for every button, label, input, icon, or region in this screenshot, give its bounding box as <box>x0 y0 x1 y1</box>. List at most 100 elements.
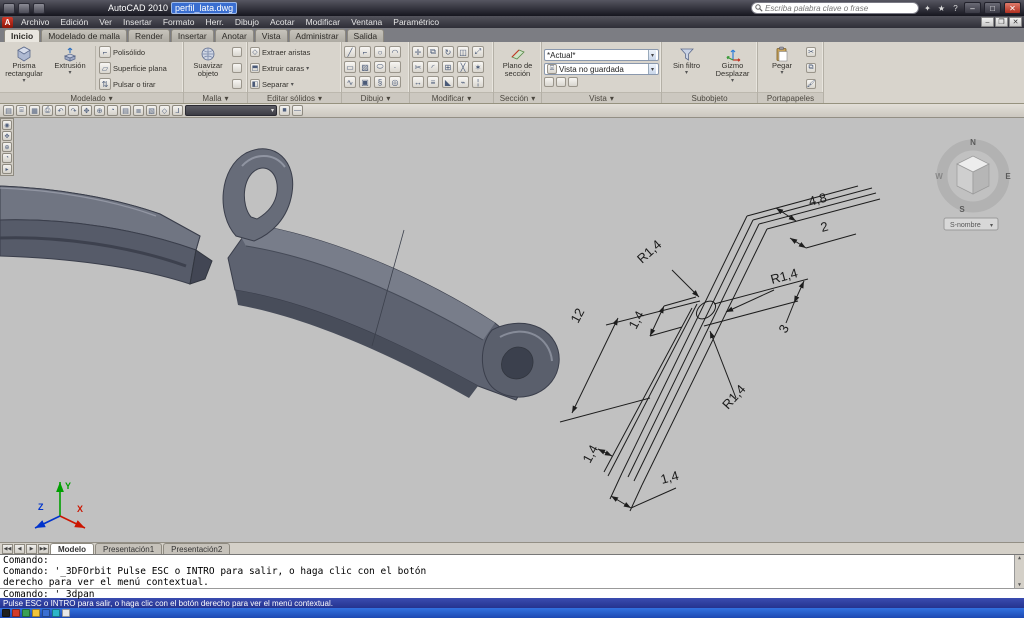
minimize-button[interactable]: – <box>964 2 981 14</box>
point-icon[interactable]: · <box>389 61 401 73</box>
fillet-icon[interactable]: ◜ <box>427 61 439 73</box>
taskbar-app-icon[interactable] <box>42 609 50 617</box>
command-window[interactable]: Comando: Comando: '_3DFOrbit Pulse ESC o… <box>0 554 1024 598</box>
layer-properties-icon[interactable]: ▧ <box>146 105 157 116</box>
superficie-plana-button[interactable]: ▱ Superficie plana <box>99 62 167 74</box>
panel-label-modificar[interactable]: Modificar ▾ <box>410 92 493 103</box>
join-icon[interactable]: ⌁ <box>457 76 469 88</box>
new-view-icon[interactable] <box>556 77 566 87</box>
showmotion-icon[interactable]: ▸ <box>2 164 12 174</box>
plot-icon[interactable]: ⎙ <box>42 105 53 116</box>
sin-filtro-button[interactable]: Sin filtro ▾ <box>665 44 709 92</box>
layer-combo[interactable]: ▾ <box>185 105 277 116</box>
arc-icon[interactable]: ◠ <box>389 46 401 58</box>
help-icon[interactable]: ? <box>950 3 961 14</box>
offset-icon[interactable]: ≡ <box>427 76 439 88</box>
trim-icon[interactable]: ✂ <box>412 61 424 73</box>
viewcube-north[interactable]: N <box>970 138 976 147</box>
linetype-icon[interactable]: ― <box>292 105 303 116</box>
pulsar-o-tirar-button[interactable]: ⇅ Pulsar o tirar <box>99 78 167 90</box>
suavizar-objeto-button[interactable]: Suavizar objeto <box>186 44 230 92</box>
maximize-button[interactable]: □ <box>984 2 1001 14</box>
autocad-logo-icon[interactable]: A <box>2 17 13 28</box>
named-view-select[interactable]: ⌻ Vista no guardada ▾ <box>544 63 659 75</box>
command-scrollbar[interactable]: ▲▼ <box>1014 555 1024 588</box>
prisma-rectangular-button[interactable]: Prisma rectangular ▾ <box>2 44 46 92</box>
array-icon[interactable]: ⊞ <box>442 61 454 73</box>
menu-parametrico[interactable]: Paramétrico <box>388 17 444 27</box>
helix-icon[interactable]: § <box>374 76 386 88</box>
scale-icon[interactable]: ⤢ <box>472 46 484 58</box>
region-icon[interactable]: ▣ <box>359 76 371 88</box>
copy-icon[interactable]: ⧉ <box>427 46 439 58</box>
taskbar-app-icon[interactable] <box>62 609 70 617</box>
menu-dibujo[interactable]: Dibujo <box>230 17 264 27</box>
extraer-aristas-button[interactable]: ◇ Extraer aristas <box>250 47 310 57</box>
pan-tool-icon[interactable]: ✥ <box>2 131 12 141</box>
first-tab-icon[interactable]: ◀◀ <box>2 544 13 554</box>
color-control-icon[interactable]: ■ <box>279 105 290 116</box>
doc-minimize-button[interactable]: – <box>981 17 994 27</box>
menu-ventana[interactable]: Ventana <box>346 17 387 27</box>
open-icon[interactable]: ⌸ <box>16 105 27 116</box>
tab-modelado-de-malla[interactable]: Modelado de malla <box>41 29 127 42</box>
search-input[interactable] <box>765 4 915 13</box>
view-manager-icon[interactable] <box>544 77 554 87</box>
viewcube-east[interactable]: E <box>1005 172 1011 181</box>
tab-salida[interactable]: Salida <box>347 29 385 42</box>
doc-restore-button[interactable]: ❐ <box>995 17 1008 27</box>
taskbar-app-icon[interactable] <box>22 609 30 617</box>
viewcube-south[interactable]: S <box>959 205 965 214</box>
menu-insertar[interactable]: Insertar <box>118 17 157 27</box>
rotate-icon[interactable]: ↻ <box>442 46 454 58</box>
close-button[interactable]: ✕ <box>1004 2 1021 14</box>
model-3d-left-piece[interactable] <box>0 186 212 284</box>
extruir-caras-button[interactable]: ⬒ Extruir caras ▾ <box>250 63 309 73</box>
panel-label-malla[interactable]: Malla ▾ <box>184 92 247 103</box>
menu-edicion[interactable]: Edición <box>55 17 93 27</box>
layers-icon[interactable]: ≣ <box>133 105 144 116</box>
osnap-icon[interactable]: ◇ <box>159 105 170 116</box>
mirror-icon[interactable]: ◫ <box>457 46 469 58</box>
doc-close-button[interactable]: ✕ <box>1009 17 1022 27</box>
favorites-star-icon[interactable]: ★ <box>936 3 947 14</box>
cut-icon[interactable]: ✂ <box>806 47 816 57</box>
taskbar-app-icon[interactable] <box>12 609 20 617</box>
taskbar-app-icon[interactable] <box>2 609 10 617</box>
orbit-icon[interactable]: ◔ <box>107 105 118 116</box>
current-view-select[interactable]: *Actual* ▾ <box>544 49 659 61</box>
panel-label-subobjeto[interactable]: Subobjeto <box>662 92 757 103</box>
pegar-button[interactable]: Pegar ▾ <box>760 44 804 92</box>
plano-de-seccion-button[interactable]: Plano de sección <box>496 44 539 92</box>
move-icon[interactable]: ✛ <box>412 46 424 58</box>
panel-label-seccion[interactable]: Sección ▾ <box>494 92 541 103</box>
taskbar-app-icon[interactable] <box>32 609 40 617</box>
circle-icon[interactable]: ○ <box>374 46 386 58</box>
taskbar-app-icon[interactable] <box>52 609 60 617</box>
redo-icon[interactable]: ↷ <box>68 105 79 116</box>
viewcube-west[interactable]: W <box>935 172 943 181</box>
menu-acotar[interactable]: Acotar <box>265 17 300 27</box>
viewcube[interactable]: N E S W S-nombre ▾ <box>935 138 1011 230</box>
zoom-realtime-icon[interactable]: ⊕ <box>94 105 105 116</box>
hatch-icon[interactable]: ▨ <box>359 61 371 73</box>
line-icon[interactable]: ╱ <box>344 46 356 58</box>
view-back-icon[interactable] <box>568 77 578 87</box>
new-file-icon[interactable] <box>3 3 15 14</box>
viewcube-ucs-menu[interactable]: S-nombre ▾ <box>944 218 998 230</box>
polyline-icon[interactable]: ⌐ <box>359 46 371 58</box>
undo-icon[interactable]: ↶ <box>55 105 66 116</box>
tab-vista[interactable]: Vista <box>255 29 288 42</box>
panel-label-modelado[interactable]: Modelado ▾ <box>0 92 183 103</box>
menu-archivo[interactable]: Archivo <box>16 17 54 27</box>
menu-modificar[interactable]: Modificar <box>301 17 345 27</box>
explode-icon[interactable]: ✶ <box>472 61 484 73</box>
mesh-crease-icon[interactable] <box>232 63 242 73</box>
panel-label-dibujo[interactable]: Dibujo ▾ <box>342 92 409 103</box>
last-tab-icon[interactable]: ▶▶ <box>38 544 49 554</box>
donut-icon[interactable]: ◎ <box>389 76 401 88</box>
prev-tab-icon[interactable]: ◀ <box>14 544 25 554</box>
properties-icon[interactable]: ▤ <box>120 105 131 116</box>
model-3d-band[interactable] <box>223 149 559 400</box>
orbit-tool-icon[interactable]: ◔ <box>2 153 12 163</box>
